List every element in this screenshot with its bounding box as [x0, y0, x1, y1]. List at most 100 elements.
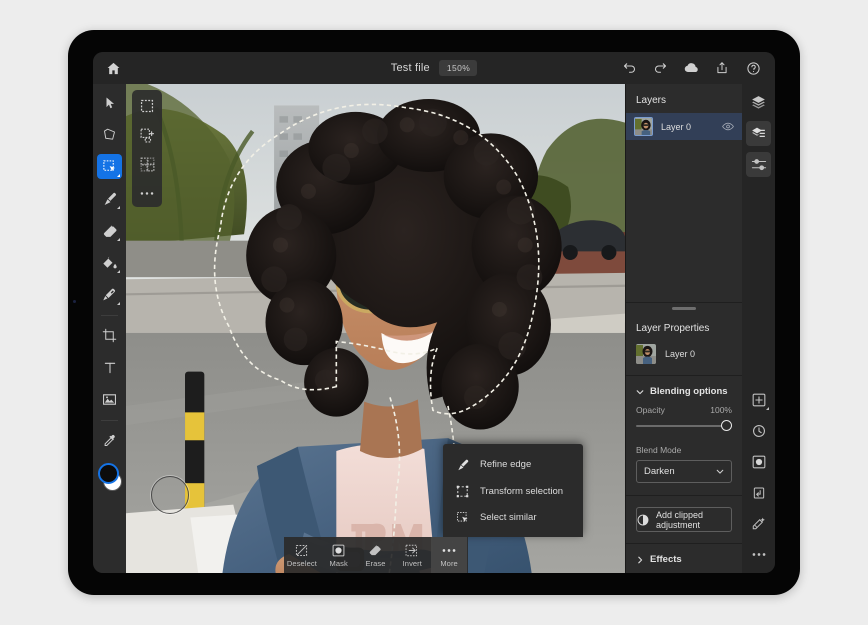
right-panel: Layers	[625, 84, 742, 573]
chevron-down-icon	[636, 388, 644, 396]
refine-edge-item[interactable]: Refine edge	[443, 451, 583, 478]
zoom-level-badge[interactable]: 150%	[439, 60, 477, 76]
history-icon[interactable]	[746, 418, 771, 443]
more-dots-icon[interactable]	[746, 542, 771, 567]
new-selection-icon[interactable]	[137, 97, 157, 115]
add-layer-icon[interactable]	[746, 387, 771, 412]
flyout-indicator	[117, 270, 120, 273]
tool-divider	[101, 420, 118, 421]
fill-tool[interactable]	[97, 250, 122, 275]
share-icon[interactable]	[713, 59, 731, 77]
transform-selection-item[interactable]: Transform selection	[443, 478, 583, 504]
selection-toolbar: Deselect Mask	[284, 537, 468, 573]
blend-mode-value: Darken	[644, 466, 716, 477]
button-label: More	[440, 559, 458, 568]
text-tool[interactable]	[97, 355, 122, 380]
cloud-icon[interactable]	[682, 59, 700, 77]
button-label: Erase	[365, 559, 385, 568]
layers-panel-title: Layers	[626, 84, 742, 113]
flyout-indicator	[117, 302, 120, 305]
select-similar-item[interactable]: Select similar	[443, 504, 583, 530]
flyout-indicator	[117, 174, 120, 177]
invert-button[interactable]: Invert	[394, 537, 431, 573]
tool-divider	[101, 315, 118, 316]
erase-button[interactable]: Erase	[357, 537, 394, 573]
menu-item-label: Refine edge	[480, 459, 531, 470]
tablet-device-frame: Test file 150%	[68, 30, 800, 595]
chevron-down-icon	[716, 468, 724, 476]
button-label: Invert	[403, 559, 422, 568]
effects-icon[interactable]	[746, 511, 771, 536]
transform-tool[interactable]	[97, 122, 122, 147]
button-label: Mask	[330, 559, 348, 568]
crop-tool[interactable]	[97, 323, 122, 348]
home-icon[interactable]	[102, 57, 124, 79]
subtract-from-selection-icon[interactable]	[137, 155, 157, 173]
redo-icon[interactable]	[651, 59, 669, 77]
slider-knob[interactable]	[721, 420, 732, 431]
adjustments-icon[interactable]	[746, 152, 771, 177]
undo-icon[interactable]	[620, 59, 638, 77]
top-bar-actions	[620, 59, 766, 77]
deselect-icon	[295, 543, 308, 558]
color-swatch[interactable]	[97, 462, 123, 492]
move-tool[interactable]	[97, 90, 122, 115]
clone-stamp-tool[interactable]	[97, 282, 122, 307]
menu-item-label: Transform selection	[480, 486, 563, 497]
layer-properties-icon[interactable]	[746, 121, 771, 146]
selection-tool[interactable]	[97, 154, 122, 179]
place-image-tool[interactable]	[97, 387, 122, 412]
blend-mode-label: Blend Mode	[626, 445, 742, 460]
brush-cursor	[151, 476, 189, 514]
more-button[interactable]: More	[431, 537, 468, 573]
blending-options-header[interactable]: Blending options	[626, 376, 742, 405]
button-label: Add clipped adjustment	[656, 510, 731, 530]
chevron-right-icon	[636, 556, 644, 564]
clipping-mask-icon[interactable]	[746, 480, 771, 505]
mask-button[interactable]: Mask	[320, 537, 357, 573]
tool-options-panel	[132, 90, 162, 207]
deselect-button[interactable]: Deselect	[284, 537, 321, 573]
tool-rail	[93, 84, 126, 573]
layer-thumbnail	[634, 117, 653, 136]
layer-properties-layer: Layer 0	[626, 341, 742, 375]
add-to-selection-icon[interactable]	[137, 126, 157, 144]
layers-list: Layer 0	[626, 113, 742, 302]
erase-icon	[368, 543, 382, 558]
app-screen: Test file 150%	[93, 52, 775, 573]
eraser-tool[interactable]	[97, 218, 122, 243]
effects-header[interactable]: Effects	[626, 544, 742, 573]
layers-stack-icon[interactable]	[746, 90, 771, 115]
help-icon[interactable]	[744, 59, 762, 77]
selection-context-menu: Refine edge Transform selection	[443, 444, 583, 537]
layer-properties-title: Layer Properties	[626, 312, 742, 341]
mask-icon	[332, 543, 345, 558]
button-label: Deselect	[287, 559, 317, 568]
menu-item-label: Select similar	[480, 512, 537, 523]
invert-icon	[405, 543, 419, 558]
section-title: Effects	[650, 554, 682, 565]
blend-mode-select[interactable]: Darken	[636, 460, 732, 483]
more-options-icon[interactable]	[137, 184, 157, 202]
opacity-value: 100%	[710, 405, 732, 415]
layer-thumbnail	[636, 344, 656, 364]
section-title: Blending options	[650, 386, 728, 397]
brush-tool[interactable]	[97, 186, 122, 211]
top-bar: Test file 150%	[93, 52, 775, 84]
half-circle-icon	[637, 514, 649, 526]
foreground-color-swatch[interactable]	[98, 463, 119, 484]
eyedropper-tool[interactable]	[97, 428, 122, 453]
opacity-label: Opacity	[636, 405, 665, 415]
slider-track	[636, 425, 732, 427]
device-side-indicator	[73, 300, 76, 303]
mask-layer-icon[interactable]	[746, 449, 771, 474]
opacity-slider[interactable]	[636, 420, 732, 432]
flyout-indicator	[117, 238, 120, 241]
canvas-area[interactable]: Refine edge Transform selection	[126, 84, 625, 573]
add-clipped-adjustment-button[interactable]: Add clipped adjustment	[636, 507, 732, 532]
flyout-indicator	[766, 407, 769, 410]
list-item[interactable]: Layer 0	[626, 113, 742, 140]
eye-icon[interactable]	[721, 120, 734, 133]
refine-brush-icon	[455, 458, 470, 472]
panel-resize-handle[interactable]	[626, 302, 742, 312]
